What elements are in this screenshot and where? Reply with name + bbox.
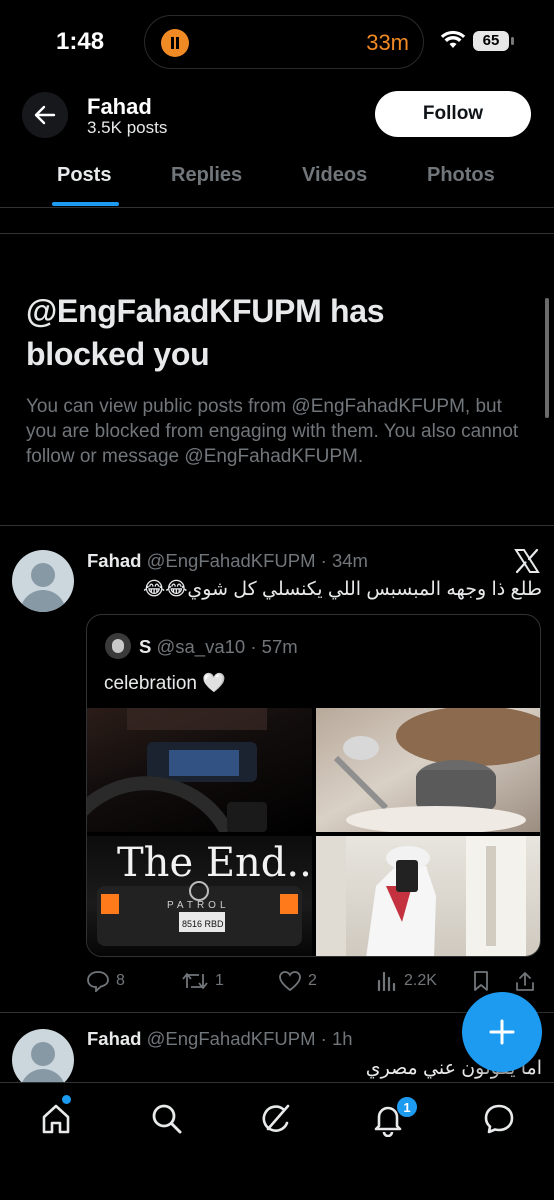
message-icon xyxy=(484,1104,514,1134)
views-chart-icon xyxy=(377,971,396,992)
media-car-the-end[interactable]: The End.. PATROL 8516 RBD xyxy=(87,836,312,956)
quote-text: celebration 🤍 xyxy=(104,671,226,695)
tweet-author-name[interactable]: Fahad xyxy=(87,550,141,571)
bookmark-icon xyxy=(474,971,488,991)
heart-icon xyxy=(279,971,301,992)
media-caption-the-end: The End.. xyxy=(117,840,312,886)
divider xyxy=(0,525,554,526)
reply-button[interactable]: 8 xyxy=(86,967,125,995)
x-logo-icon xyxy=(514,548,540,574)
media-person-selfie[interactable] xyxy=(316,836,540,956)
bottom-nav: 1 xyxy=(0,1082,554,1200)
arrow-left-icon xyxy=(34,105,56,125)
quoted-tweet[interactable]: S @sa_va10 · 57m celebration 🤍 The End..… xyxy=(86,614,541,957)
quote-avatar[interactable] xyxy=(105,633,131,659)
repost-count: 1 xyxy=(215,972,224,989)
media-car-interior[interactable] xyxy=(87,708,312,832)
search-icon xyxy=(152,1104,182,1134)
bookmark-button[interactable] xyxy=(471,967,497,995)
activity-timer: 33m xyxy=(366,30,409,55)
battery-tip xyxy=(511,37,514,45)
tab-replies[interactable]: Replies xyxy=(171,164,242,187)
blocked-title: @EngFahadKFUPM has blocked you xyxy=(26,293,385,372)
tweet-actions: 8 1 2 2.2K xyxy=(86,967,546,995)
media-caption-patrol: PATROL xyxy=(167,900,230,911)
quote-author-name: S xyxy=(139,636,152,657)
like-button[interactable]: 2 xyxy=(278,967,317,995)
notifications-badge: 1 xyxy=(396,1096,418,1118)
share-icon xyxy=(516,972,534,991)
plus-icon xyxy=(489,1019,515,1045)
home-icon xyxy=(42,1104,70,1134)
avatar[interactable] xyxy=(12,550,74,612)
tweet-header: Fahad @EngFahadKFUPM · 34m xyxy=(87,550,368,572)
follow-button[interactable]: Follow xyxy=(375,91,531,137)
nav-search[interactable] xyxy=(149,1101,185,1137)
active-tab-indicator xyxy=(52,202,119,206)
views-button[interactable]: 2.2K xyxy=(376,967,437,995)
white-heart-emoji: 🤍 xyxy=(202,673,226,694)
tweet-header: Fahad @EngFahadKFUPM · 1h xyxy=(87,1028,353,1050)
tab-photos[interactable]: Photos xyxy=(427,164,495,187)
repost-button[interactable]: 1 xyxy=(181,967,224,995)
pause-icon[interactable] xyxy=(161,29,189,57)
tab-videos[interactable]: Videos xyxy=(302,164,367,187)
views-count: 2.2K xyxy=(404,972,437,989)
repost-icon xyxy=(182,973,208,989)
share-button[interactable] xyxy=(514,967,542,995)
compose-button[interactable] xyxy=(462,992,542,1072)
divider xyxy=(0,233,554,234)
scrollbar[interactable] xyxy=(545,298,549,418)
tweet-author-name[interactable]: Fahad xyxy=(87,1028,141,1049)
blocked-description: You can view public posts from @EngFahad… xyxy=(26,396,519,467)
status-time: 1:48 xyxy=(56,28,105,55)
media-food-table[interactable] xyxy=(316,708,540,832)
profile-name: Fahad xyxy=(87,94,152,119)
media-caption-plate: 8516 RBD xyxy=(182,919,224,929)
nav-grok[interactable] xyxy=(259,1101,295,1137)
reply-count: 8 xyxy=(116,972,125,989)
quote-meta: @sa_va10 · 57m xyxy=(156,636,298,657)
home-unread-dot xyxy=(62,1095,71,1104)
like-count: 2 xyxy=(308,972,317,989)
post-count: 3.5K posts xyxy=(87,118,168,137)
tweet-text: طلع ذا وجهه المبسبس اللي يكنسلي كل شوي😂😂 xyxy=(143,579,542,600)
tweet-meta: @EngFahadKFUPM · 34m xyxy=(146,550,368,571)
back-button[interactable] xyxy=(22,92,68,138)
quote-text-body: celebration xyxy=(104,673,197,694)
profile-tabs: Posts Replies Videos Photos xyxy=(0,146,554,208)
status-bar: 1:48 33m 65 xyxy=(0,0,554,80)
tab-posts[interactable]: Posts xyxy=(57,164,111,187)
quote-header: S @sa_va10 · 57m xyxy=(139,636,298,658)
reply-icon xyxy=(87,971,109,992)
dynamic-island[interactable]: 33m xyxy=(144,15,424,69)
battery-icon: 65 xyxy=(473,31,509,51)
grok-icon xyxy=(262,1104,290,1132)
wifi-icon xyxy=(440,30,466,55)
tweet-meta: @EngFahadKFUPM · 1h xyxy=(146,1028,353,1049)
nav-home[interactable] xyxy=(38,1101,74,1137)
nav-messages[interactable] xyxy=(481,1101,517,1137)
